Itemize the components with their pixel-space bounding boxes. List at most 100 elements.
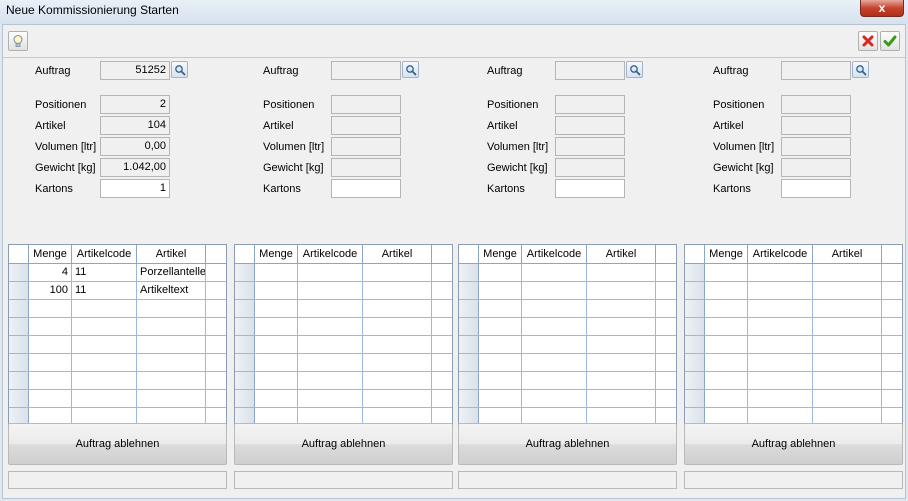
- cell-artikel[interactable]: [587, 282, 656, 299]
- cell-artikelcode[interactable]: [522, 264, 587, 281]
- cell-artikelcode[interactable]: [522, 354, 587, 371]
- table-row[interactable]: 100 11 Artikeltext: [9, 282, 226, 300]
- table-row[interactable]: [459, 372, 676, 390]
- table-row[interactable]: [685, 336, 902, 354]
- cell-artikelcode[interactable]: [298, 354, 363, 371]
- cell-menge[interactable]: [29, 354, 72, 371]
- table-row[interactable]: [235, 318, 452, 336]
- cell-artikel[interactable]: [587, 336, 656, 353]
- cell-menge[interactable]: [255, 390, 298, 407]
- input-kartons[interactable]: [331, 179, 401, 198]
- cell-artikelcode[interactable]: [72, 354, 137, 371]
- grid-header-artikelcode[interactable]: Artikelcode: [72, 245, 137, 263]
- cell-artikelcode[interactable]: [748, 390, 813, 407]
- cell-menge[interactable]: [705, 354, 748, 371]
- cell-artikel[interactable]: [363, 300, 432, 317]
- table-row[interactable]: [685, 282, 902, 300]
- table-row[interactable]: [235, 372, 452, 390]
- auftrag-lookup-button[interactable]: [171, 61, 188, 78]
- table-row[interactable]: [459, 300, 676, 318]
- cell-artikel[interactable]: [137, 300, 206, 317]
- auftrag-lookup-button[interactable]: [402, 61, 419, 78]
- cell-artikelcode[interactable]: [522, 282, 587, 299]
- cell-artikelcode[interactable]: [748, 336, 813, 353]
- cell-artikelcode[interactable]: [748, 300, 813, 317]
- table-row[interactable]: [459, 282, 676, 300]
- table-row[interactable]: [235, 354, 452, 372]
- table-row[interactable]: 4 11 Porzellantelle: [9, 264, 226, 282]
- row-header[interactable]: [459, 264, 479, 281]
- cell-menge[interactable]: [705, 372, 748, 389]
- cell-artikelcode[interactable]: [72, 372, 137, 389]
- articles-grid[interactable]: Menge Artikelcode Artikel 4 11 Porzellantelle…: [8, 244, 227, 435]
- cell-menge[interactable]: [479, 264, 522, 281]
- cell-artikelcode[interactable]: [72, 390, 137, 407]
- row-header[interactable]: [235, 264, 255, 281]
- grid-header-menge[interactable]: Menge: [479, 245, 522, 263]
- row-header[interactable]: [685, 300, 705, 317]
- cell-menge[interactable]: [705, 264, 748, 281]
- table-row[interactable]: [685, 390, 902, 408]
- table-row[interactable]: [459, 336, 676, 354]
- table-row[interactable]: [459, 390, 676, 408]
- cell-artikel[interactable]: [587, 354, 656, 371]
- cell-artikelcode[interactable]: [522, 300, 587, 317]
- cell-artikel[interactable]: [813, 300, 882, 317]
- table-row[interactable]: [9, 372, 226, 390]
- row-header[interactable]: [235, 372, 255, 389]
- cell-artikel[interactable]: [813, 318, 882, 335]
- cell-artikel[interactable]: [137, 336, 206, 353]
- cell-artikelcode[interactable]: [72, 300, 137, 317]
- row-header[interactable]: [9, 354, 29, 371]
- cell-menge[interactable]: [29, 336, 72, 353]
- auftrag-lookup-button[interactable]: [852, 61, 869, 78]
- cell-menge[interactable]: [479, 390, 522, 407]
- table-row[interactable]: [459, 264, 676, 282]
- row-header[interactable]: [9, 282, 29, 299]
- cell-artikelcode[interactable]: 11: [72, 282, 137, 299]
- grid-header-menge[interactable]: Menge: [255, 245, 298, 263]
- row-header[interactable]: [235, 300, 255, 317]
- cell-artikelcode[interactable]: [298, 282, 363, 299]
- input-auftrag[interactable]: [555, 61, 625, 80]
- table-row[interactable]: [9, 300, 226, 318]
- cell-artikelcode[interactable]: [298, 264, 363, 281]
- cell-menge[interactable]: [29, 390, 72, 407]
- cell-artikelcode[interactable]: [522, 318, 587, 335]
- row-header[interactable]: [9, 300, 29, 317]
- cell-artikelcode[interactable]: [298, 372, 363, 389]
- input-kartons[interactable]: [781, 179, 851, 198]
- row-header[interactable]: [9, 336, 29, 353]
- cell-menge[interactable]: [705, 390, 748, 407]
- cell-artikelcode[interactable]: [72, 336, 137, 353]
- table-row[interactable]: [9, 336, 226, 354]
- cell-artikel[interactable]: [137, 318, 206, 335]
- cell-artikel[interactable]: [587, 264, 656, 281]
- cell-artikelcode[interactable]: [522, 336, 587, 353]
- row-header[interactable]: [459, 390, 479, 407]
- row-header[interactable]: [235, 354, 255, 371]
- cell-artikel[interactable]: [363, 372, 432, 389]
- cell-menge[interactable]: [255, 282, 298, 299]
- grid-header-artikel[interactable]: Artikel: [587, 245, 656, 263]
- cell-menge[interactable]: [29, 318, 72, 335]
- row-header[interactable]: [235, 282, 255, 299]
- row-header[interactable]: [459, 318, 479, 335]
- table-row[interactable]: [685, 300, 902, 318]
- cell-artikel[interactable]: [813, 282, 882, 299]
- cell-menge[interactable]: [255, 264, 298, 281]
- cell-artikel[interactable]: [587, 300, 656, 317]
- table-row[interactable]: [9, 318, 226, 336]
- cell-artikelcode[interactable]: 11: [72, 264, 137, 281]
- cell-menge[interactable]: [29, 300, 72, 317]
- cell-menge[interactable]: [705, 282, 748, 299]
- cell-artikel[interactable]: [813, 264, 882, 281]
- input-auftrag[interactable]: 51252: [100, 61, 170, 80]
- cell-menge[interactable]: [255, 318, 298, 335]
- cell-menge[interactable]: [255, 354, 298, 371]
- cell-artikel[interactable]: [137, 354, 206, 371]
- table-row[interactable]: [9, 354, 226, 372]
- table-row[interactable]: [235, 282, 452, 300]
- cell-artikelcode[interactable]: [298, 318, 363, 335]
- input-kartons[interactable]: 1: [100, 179, 170, 198]
